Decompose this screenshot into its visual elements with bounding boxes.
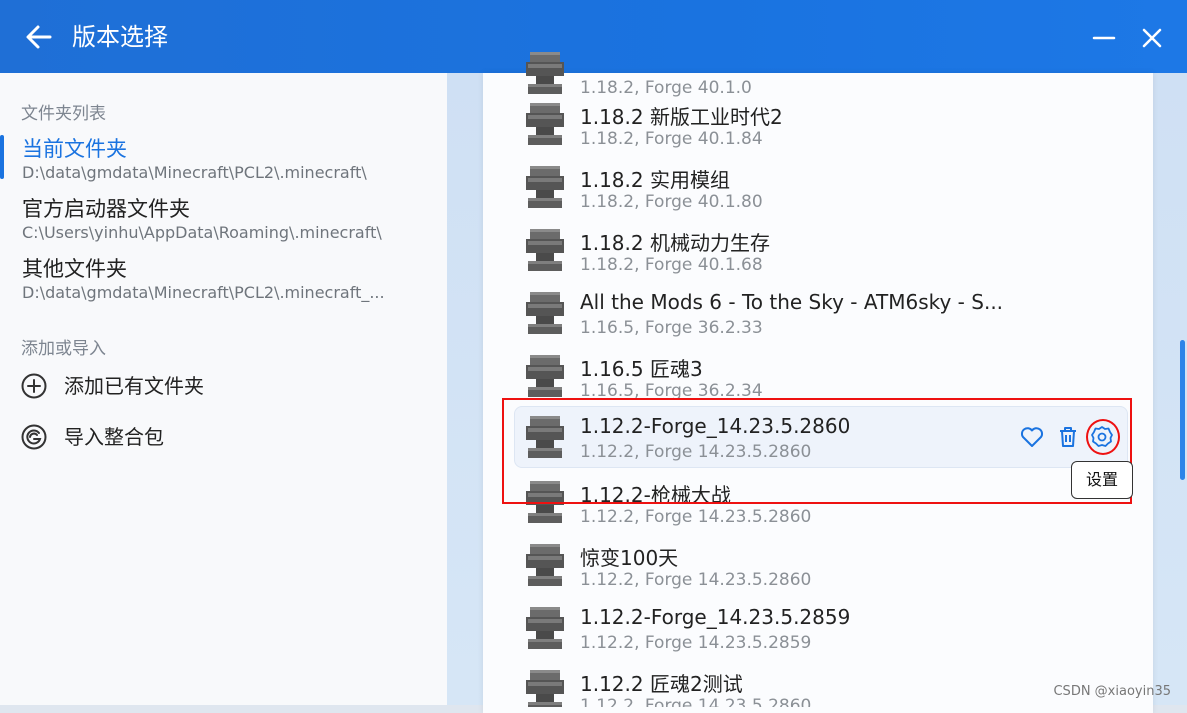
forge-anvil-icon [526, 355, 564, 397]
folders-header: 文件夹列表 [21, 104, 106, 124]
action-label: 导入整合包 [64, 425, 164, 449]
arrow-left-icon [26, 25, 52, 49]
version-item[interactable]: 1.12.2 匠魂2测试 1.12.2, Forge 14.23.5.2860 [514, 660, 1128, 707]
version-info: 1.12.2, Forge 14.23.5.2860 [580, 570, 812, 590]
folder-item-official-launcher[interactable]: 官方启动器文件夹 C:\Users\yinhu\AppData\Roaming\… [0, 193, 447, 251]
add-existing-folder-button[interactable]: 添加已有文件夹 [20, 372, 420, 406]
version-name: 1.12.2 匠魂2测试 [580, 672, 743, 696]
import-modpack-button[interactable]: 导入整合包 [20, 423, 420, 457]
version-info: 1.12.2, Forge 14.23.5.2860 [580, 696, 812, 707]
close-icon [1142, 28, 1162, 48]
forge-anvil-icon [526, 544, 564, 586]
folder-path: D:\data\gmdata\Minecraft\PCL2\.minecraft… [22, 283, 385, 302]
folder-item-other[interactable]: 其他文件夹 D:\data\gmdata\Minecraft\PCL2\.min… [0, 253, 447, 311]
version-item[interactable]: 惊变100天 1.12.2, Forge 14.23.5.2860 [514, 534, 1128, 596]
version-name: 1.18.2 实用模组 [580, 168, 730, 192]
version-item[interactable]: 1.18.2 机械动力生存 1.18.2, Forge 40.1.68 [514, 219, 1128, 281]
version-info: 1.16.5, Forge 36.2.33 [580, 318, 763, 338]
version-item[interactable]: 1.12.2-Forge_14.23.5.2859 1.12.2, Forge … [514, 597, 1128, 659]
back-button[interactable] [22, 20, 56, 54]
version-info: 1.18.2, Forge 40.1.80 [580, 192, 763, 212]
folder-name: 官方启动器文件夹 [22, 197, 190, 221]
forge-anvil-icon [526, 52, 564, 94]
highlight-rectangle [502, 398, 1132, 504]
forge-anvil-icon [526, 166, 564, 208]
version-name: 1.12.2-Forge_14.23.5.2859 [580, 605, 851, 629]
folder-name: 其他文件夹 [22, 257, 127, 281]
watermark: CSDN @xiaoyin35 [1053, 684, 1171, 699]
version-info: 1.12.2, Forge 14.23.5.2859 [580, 633, 812, 653]
version-info: 1.12.2, Forge 14.23.5.2860 [580, 507, 812, 527]
active-indicator [0, 135, 4, 179]
version-item[interactable]: All the Mods 6 - To the Sky - ATM6sky - … [514, 282, 1128, 344]
forge-anvil-icon [526, 607, 564, 649]
version-name: 惊变100天 [580, 546, 679, 570]
forge-anvil-icon [526, 670, 564, 707]
version-item[interactable]: 1.18.2 新版工业时代2 1.18.2, Forge 40.1.84 [514, 93, 1128, 155]
add-import-header: 添加或导入 [21, 339, 106, 359]
folder-name: 当前文件夹 [22, 137, 127, 161]
folder-path: D:\data\gmdata\Minecraft\PCL2\.minecraft… [22, 163, 367, 182]
version-name: All the Mods 6 - To the Sky - ATM6sky - … [580, 290, 1004, 314]
settings-tooltip: 设置 [1071, 461, 1133, 499]
plus-circle-icon [21, 373, 47, 399]
forge-anvil-icon [526, 292, 564, 334]
action-label: 添加已有文件夹 [64, 374, 204, 398]
close-button[interactable] [1136, 22, 1168, 54]
sidebar: 文件夹列表 当前文件夹 D:\data\gmdata\Minecraft\PCL… [0, 73, 448, 705]
forge-anvil-icon [526, 103, 564, 145]
version-name: 1.18.2 机械动力生存 [580, 231, 770, 255]
version-name: 1.18.2 新版工业时代2 [580, 105, 783, 129]
import-modpack-icon [21, 424, 47, 450]
window-title: 版本选择 [72, 23, 168, 51]
scrollbar[interactable] [1180, 340, 1185, 480]
version-info: 1.18.2, Forge 40.1.68 [580, 255, 763, 275]
version-name: 1.16.5 匠魂3 [580, 357, 703, 381]
version-info: 1.18.2, Forge 40.1.84 [580, 129, 763, 149]
version-item[interactable]: 1.18.2 实用模组 1.18.2, Forge 40.1.80 [514, 156, 1128, 218]
folder-path: C:\Users\yinhu\AppData\Roaming\.minecraf… [22, 223, 382, 242]
folder-item-current[interactable]: 当前文件夹 D:\data\gmdata\Minecraft\PCL2\.min… [0, 133, 447, 191]
highlight-circle [1086, 419, 1120, 455]
forge-anvil-icon [526, 229, 564, 271]
